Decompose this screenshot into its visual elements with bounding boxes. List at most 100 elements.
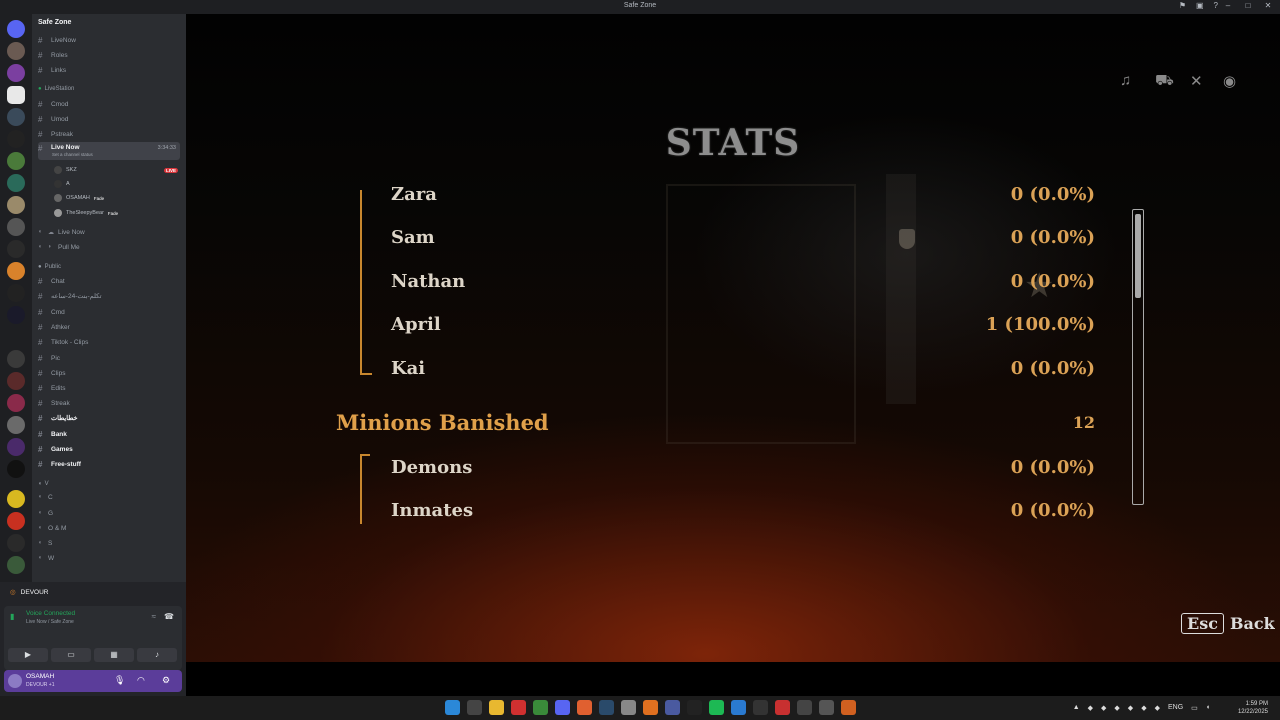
app-icon[interactable] [797,700,812,715]
inbox-icon[interactable]: ⚑ [1179,1,1186,10]
server-icon[interactable] [7,534,25,552]
screen-share-button[interactable]: ▭ [51,648,91,662]
channel-status[interactable]: Set a channel status [52,152,93,157]
server-icon[interactable] [7,130,25,148]
channel-cmod[interactable]: # Cmod [38,98,180,110]
channel-public[interactable]: # Cmd [38,306,180,318]
discord-icon[interactable]: ◉ [1223,72,1236,90]
category-v[interactable]: ◖ V [38,481,49,487]
tray-icon[interactable]: ◆ [1088,704,1093,712]
start-icon[interactable] [445,700,460,715]
app-icon[interactable] [511,700,526,715]
activity-bar[interactable]: ◎ DEVOUR [0,582,186,602]
minimize-button[interactable]: – [1222,1,1234,10]
cart-icon[interactable]: ⛟ [1155,72,1174,91]
search-icon[interactable] [467,700,482,715]
server-icon[interactable] [7,64,25,82]
close-button[interactable]: ✕ [1262,1,1274,10]
server-icon[interactable] [7,416,25,434]
server-icon[interactable] [7,108,25,126]
channel-public[interactable]: # Clips [38,367,180,379]
channel-public[interactable]: # Tiktok - Clips [38,336,180,348]
voice-user[interactable]: TheSleepyBear Fade [54,209,118,217]
server-icon[interactable] [7,372,25,390]
server-icon[interactable] [7,152,25,170]
channel-public[interactable]: # Edits [38,382,180,394]
voice-channel-pull-me[interactable]: ◖ ◗ Pull Me [38,241,180,253]
devour-icon[interactable] [841,700,856,715]
x-icon[interactable]: ✕ [1190,72,1203,90]
voice-user[interactable]: A [54,180,70,188]
file-explorer-icon[interactable] [489,700,504,715]
channel-public[interactable]: # خطايطات [38,412,180,424]
server-icon[interactable] [7,20,25,38]
soundboard-button[interactable]: ♪ [137,648,177,662]
channel-public[interactable]: # Streak [38,397,180,409]
app-icon[interactable] [687,700,702,715]
disconnect-icon[interactable]: ☎ [164,612,174,621]
server-icon[interactable] [7,86,25,104]
headphones-icon[interactable]: ◠ [137,675,145,686]
camera-button[interactable]: ▶ [8,648,48,662]
network-icon[interactable]: ▭ [1191,704,1198,712]
server-icon[interactable] [7,218,25,236]
tray-icon[interactable]: ◆ [1101,704,1106,712]
channel-public[interactable]: # Athker [38,321,180,333]
voice-user[interactable]: SKZ [54,166,77,174]
voice-channel[interactable]: ◖ O & M [38,522,180,534]
app-icon[interactable] [731,700,746,715]
channel-public[interactable]: # Games [38,443,180,455]
category-livestation[interactable]: ● LiveStation [38,86,74,92]
channel-roles[interactable]: # Roles [38,49,180,61]
discord-icon[interactable] [555,700,570,715]
channel-public[interactable]: # Free-stuff [38,458,180,470]
channel-public[interactable]: # Chat [38,275,180,287]
channel-umod[interactable]: # Umod [38,113,180,125]
server-icon[interactable] [7,512,25,530]
server-icon[interactable] [7,174,25,192]
stats-scrollbar-thumb[interactable] [1135,214,1141,298]
avatar[interactable] [8,674,22,688]
app-icon[interactable] [577,700,592,715]
noise-suppression-icon[interactable]: ≈ [152,612,156,621]
maximize-button[interactable]: □ [1242,1,1254,10]
voice-channel-live-now[interactable]: ◖ ☁ Live Now [38,226,180,238]
chevron-up-icon[interactable]: ▲ [1073,704,1080,712]
server-icon[interactable] [7,460,25,478]
app-icon[interactable] [621,700,636,715]
volume-icon[interactable]: ◖ [1206,704,1210,712]
server-icon[interactable] [7,490,25,508]
server-icon[interactable] [7,556,25,574]
server-name[interactable]: Safe Zone [38,19,71,26]
activities-button[interactable]: ▦ [94,648,134,662]
steam-icon[interactable] [599,700,614,715]
channel-livenow[interactable]: # LiveNow [38,34,180,46]
music-icon[interactable]: ♫ [1120,72,1131,89]
tray-icon[interactable]: ◆ [1128,704,1133,712]
signal-icon[interactable]: ▮ [10,612,14,621]
app-icon[interactable] [819,700,834,715]
tray-icon[interactable]: ◆ [1155,704,1160,712]
tray-icon[interactable]: ◆ [1141,704,1146,712]
server-icon[interactable] [7,394,25,412]
language-indicator[interactable]: ENG [1168,704,1183,712]
tray-icon[interactable]: ◆ [1114,704,1119,712]
clock[interactable]: 1:59 PM 12/22/2025 [1238,700,1268,716]
microphone-icon[interactable]: 🎙 [114,675,125,686]
help-icon[interactable]: ? [1214,1,1218,10]
app-icon[interactable] [643,700,658,715]
voice-channel[interactable]: ◖ W [38,552,180,564]
channel-links[interactable]: # Links [38,64,180,76]
channel-public[interactable]: # Pic [38,352,180,364]
settings-gear-icon[interactable]: ⚙ [162,675,170,686]
app-icon[interactable] [775,700,790,715]
voice-channel[interactable]: ◖ S [38,537,180,549]
server-icon[interactable] [7,306,25,324]
voice-location[interactable]: Live Now / Safe Zone [26,619,74,625]
voice-channel[interactable]: ◖ G [38,507,180,519]
spotify-icon[interactable] [709,700,724,715]
category-public[interactable]: ● Public [38,264,61,270]
server-icon[interactable] [7,240,25,258]
app-icon[interactable] [665,700,680,715]
server-icon[interactable] [7,262,25,280]
